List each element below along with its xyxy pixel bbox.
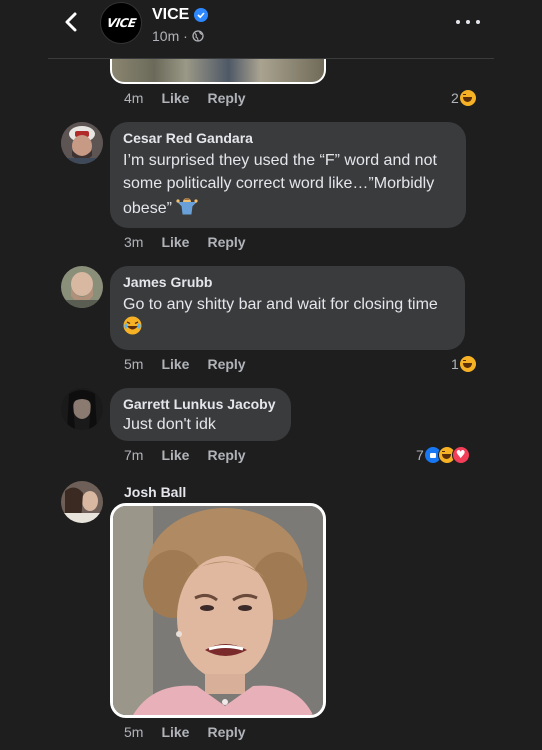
post-header: VICE VICE 10m · [0,0,542,58]
comment-actions: 7m Like Reply [124,447,246,463]
more-dots-icon [456,20,460,24]
avatar[interactable] [61,122,103,164]
reaction-summary[interactable]: 2 [451,89,477,107]
reaction-count: 2 [451,90,459,106]
avatar[interactable] [61,481,103,523]
reply-button[interactable]: Reply [207,356,245,372]
post-meta: 10m · [152,28,204,44]
person-shrugging-emoji-icon [176,198,198,215]
reaction-summary[interactable]: 1 [451,355,477,373]
haha-reaction-icon [458,355,477,373]
vice-logo: VICE [105,16,137,30]
avatar[interactable] [61,266,103,308]
comment-text: Go to any shitty bar and wait for closin… [123,296,438,313]
chevron-left-icon [65,12,77,32]
comment-bubble[interactable]: James Grubb Go to any shitty bar and wai… [110,266,465,350]
reply-button[interactable]: Reply [207,90,245,106]
like-button[interactable]: Like [161,90,189,106]
page-avatar[interactable]: VICE [100,2,142,44]
globe-icon [192,30,204,42]
reaction-count: 7 [416,447,424,463]
comment-author[interactable]: Cesar Red Gandara [123,130,453,146]
comment-bubble[interactable]: Cesar Red Gandara I’m surprised they use… [110,122,466,228]
page-name-label: VICE [152,6,190,23]
post-time: 10m · [152,28,188,44]
like-button[interactable]: Like [161,356,189,372]
haha-reaction-icon [458,89,477,107]
back-button[interactable] [60,10,84,34]
comment-time: 5m [124,724,144,740]
comment-time: 4m [124,90,144,106]
like-button[interactable]: Like [161,724,189,740]
comment-actions: 5m Like Reply [124,724,246,740]
previous-comment-image[interactable] [110,59,326,84]
comment-actions: 3m Like Reply [124,234,246,250]
like-button[interactable]: Like [161,447,189,463]
reply-button[interactable]: Reply [207,447,245,463]
reaction-summary[interactable]: 7 [416,446,470,464]
like-button[interactable]: Like [161,234,189,250]
verified-badge-icon [194,8,209,22]
comment-author[interactable]: James Grubb [123,274,452,290]
comment-time: 7m [124,447,144,463]
comment-actions: 5m Like Reply [124,356,246,372]
comment-author[interactable]: Josh Ball [124,484,186,500]
comment-text: I’m surprised they used the “F” word and… [123,152,437,217]
comment-gif[interactable] [110,503,326,718]
comment-author[interactable]: Garrett Lunkus Jacoby [123,396,278,412]
comment-time: 5m [124,356,144,372]
comment-bubble[interactable]: Garrett Lunkus Jacoby Just don't idk [110,388,291,441]
comment-time: 3m [124,234,144,250]
avatar[interactable] [61,388,103,430]
love-reaction-icon [451,446,470,464]
reply-button[interactable]: Reply [207,234,245,250]
comment-text: Just don't idk [123,416,216,433]
tears-of-joy-emoji-icon [123,316,142,335]
comment-actions: 4m Like Reply [124,90,246,106]
reaction-count: 1 [451,356,459,372]
more-options-button[interactable] [456,12,480,32]
reply-button[interactable]: Reply [207,724,245,740]
page-name[interactable]: VICE [152,6,209,24]
